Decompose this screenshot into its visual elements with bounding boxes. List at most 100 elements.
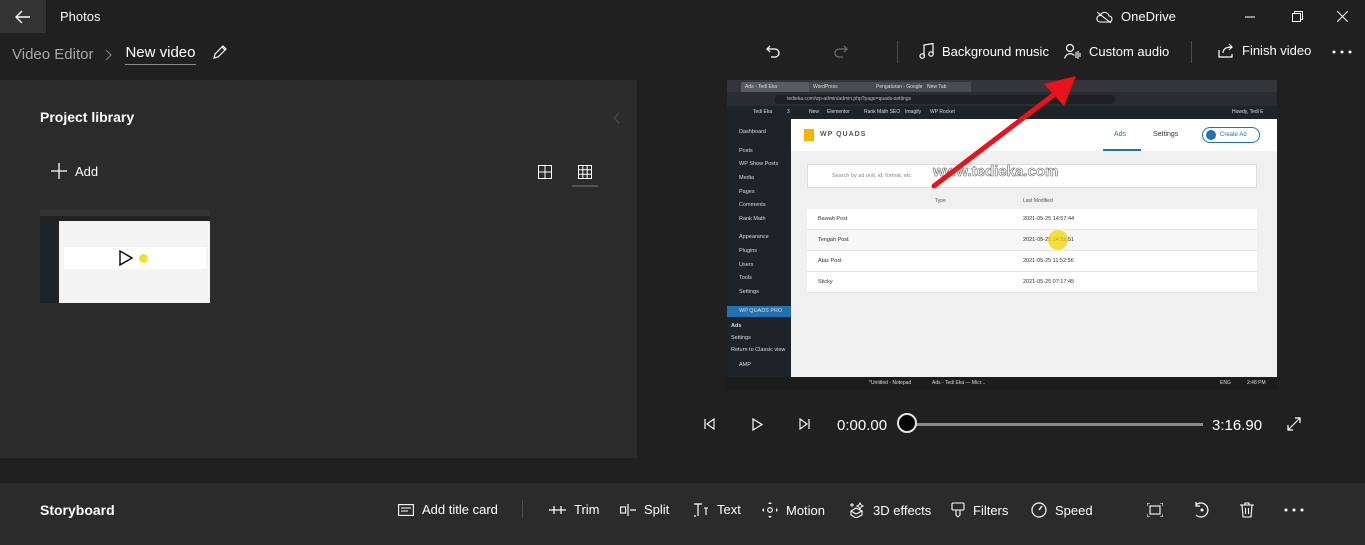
toolbar-divider bbox=[1191, 41, 1192, 63]
grid-large-icon bbox=[538, 165, 552, 179]
text-label: Text bbox=[717, 502, 741, 517]
split-button[interactable]: Split bbox=[620, 502, 669, 517]
close-icon bbox=[1336, 11, 1348, 22]
filters-button[interactable]: Filters bbox=[951, 502, 1008, 518]
filters-label: Filters bbox=[973, 502, 1009, 518]
pencil-icon bbox=[213, 45, 227, 59]
row-date: 2021-05-25 11:52:56 bbox=[1023, 258, 1074, 264]
taskbar-item: *Untitled - Notepad bbox=[869, 380, 912, 386]
add-media-button[interactable]: Add bbox=[51, 163, 98, 179]
create-ad-label: Create Ad bbox=[1220, 132, 1247, 138]
taskbar-lang: ENG bbox=[1220, 380, 1231, 386]
music-note-icon bbox=[919, 43, 934, 59]
row-name: Atas Post bbox=[818, 258, 842, 264]
preview-taskbar: *Untitled - Notepad Ads - Tedi Eka — Mic… bbox=[727, 377, 1277, 390]
ellipsis-icon bbox=[1332, 50, 1352, 54]
preview-browser-tab: Ads - Tedi Eka bbox=[741, 82, 809, 92]
admin-bar-item: 3 bbox=[787, 109, 790, 115]
sidebar-item: Rank Math bbox=[739, 216, 766, 222]
next-frame-button[interactable] bbox=[793, 413, 817, 435]
speed-button[interactable]: Speed bbox=[1031, 502, 1093, 518]
previous-frame-button[interactable] bbox=[697, 413, 721, 435]
add-title-card-label: Add title card bbox=[422, 502, 498, 517]
sidebar-item: Posts bbox=[739, 148, 753, 154]
finish-video-button[interactable]: Finish video bbox=[1218, 43, 1311, 58]
finish-video-label: Finish video bbox=[1242, 43, 1312, 58]
large-grid-view-button[interactable] bbox=[532, 159, 558, 185]
rename-button[interactable] bbox=[205, 38, 235, 66]
admin-bar-item: New bbox=[809, 109, 820, 115]
play-icon bbox=[119, 250, 133, 266]
admin-bar-item: Rank Math SEO bbox=[864, 109, 901, 115]
sidebar-item: Dashboard bbox=[739, 129, 766, 135]
expand-icon bbox=[1287, 417, 1301, 431]
admin-bar-item: Elementor bbox=[827, 109, 850, 115]
onedrive-status[interactable]: OneDrive bbox=[1096, 9, 1176, 24]
toolbar-divider bbox=[897, 41, 898, 63]
3d-effects-button[interactable]: 3D effects bbox=[849, 502, 931, 518]
redo-icon bbox=[834, 45, 848, 58]
preview-table-row: Bawah Post 2021-05-25 14:57:44 bbox=[807, 209, 1257, 230]
preview-table-row: Tengah Post 2021-05-25 14:55:51 bbox=[807, 230, 1257, 251]
current-time: 0:00.00 bbox=[837, 417, 888, 434]
library-video-thumbnail[interactable] bbox=[40, 210, 210, 303]
project-library-title: Project library bbox=[40, 109, 135, 125]
custom-audio-button[interactable]: Custom audio bbox=[1064, 43, 1169, 59]
plugin-name: WP QUADS bbox=[820, 131, 867, 138]
plugin-tab-ads: Ads bbox=[1114, 131, 1127, 138]
cursor-highlight bbox=[1048, 230, 1068, 250]
text-button[interactable]: Text bbox=[693, 502, 741, 517]
preview-table-row: Atas Post 2021-05-25 11:52:56 bbox=[807, 251, 1257, 272]
preview-table-row: Sticky 2021-05-25 07:17:45 bbox=[807, 272, 1257, 293]
minimize-button[interactable] bbox=[1230, 0, 1270, 33]
split-icon bbox=[620, 503, 636, 516]
storyboard-more-button[interactable] bbox=[1280, 498, 1308, 522]
motion-button[interactable]: Motion bbox=[762, 502, 825, 518]
undo-button[interactable] bbox=[760, 38, 786, 66]
3d-effects-icon bbox=[849, 502, 865, 518]
filters-icon bbox=[951, 502, 965, 518]
more-options-button[interactable] bbox=[1328, 38, 1356, 66]
step-forward-icon bbox=[799, 418, 810, 430]
plugin-create-ad: Create Ad bbox=[1202, 127, 1260, 143]
sidebar-item-active: WP QUADS PRO bbox=[727, 306, 791, 317]
fullscreen-button[interactable] bbox=[1282, 412, 1306, 436]
redo-button[interactable] bbox=[828, 38, 854, 66]
add-title-card-button[interactable]: Add title card bbox=[398, 502, 498, 517]
onedrive-label: OneDrive bbox=[1121, 9, 1176, 24]
play-button[interactable] bbox=[745, 413, 769, 435]
storyboard-divider bbox=[522, 500, 523, 518]
cloud-off-icon bbox=[1096, 11, 1113, 23]
speed-icon bbox=[1031, 502, 1047, 518]
small-grid-view-button[interactable] bbox=[572, 159, 598, 187]
trim-button[interactable]: Trim bbox=[549, 502, 600, 517]
plugin-tab-settings: Settings bbox=[1153, 131, 1179, 138]
background-music-label: Background music bbox=[942, 43, 1049, 59]
restore-button[interactable] bbox=[1277, 0, 1317, 33]
admin-bar-item: Imagify bbox=[905, 109, 922, 115]
row-date: 2021-05-25 14:57:44 bbox=[1023, 216, 1075, 222]
seek-track[interactable] bbox=[908, 423, 1203, 426]
app-title: Photos bbox=[60, 9, 101, 24]
back-button[interactable] bbox=[0, 0, 46, 33]
sidebar-item: WP Show Posts bbox=[739, 161, 779, 167]
preview-admin-sidebar: Dashboard Posts WP Show Posts Media Page… bbox=[727, 119, 791, 377]
split-label: Split bbox=[644, 502, 670, 517]
sidebar-item: Media bbox=[739, 175, 754, 181]
minimize-icon bbox=[1245, 16, 1255, 17]
delete-button[interactable] bbox=[1235, 498, 1259, 522]
resize-button[interactable] bbox=[1143, 498, 1167, 522]
resize-icon bbox=[1147, 503, 1163, 517]
trim-icon bbox=[549, 505, 566, 514]
sidebar-sub-item: Return to Classic view bbox=[731, 347, 786, 353]
grid-small-icon bbox=[578, 165, 592, 179]
preview-search-placeholder: Search by ad unit, id, format, etc bbox=[832, 173, 912, 179]
rotate-button[interactable] bbox=[1189, 498, 1213, 522]
background-music-button[interactable]: Background music bbox=[919, 43, 1049, 59]
close-button[interactable] bbox=[1322, 0, 1362, 33]
sidebar-item: Tools bbox=[739, 275, 752, 281]
collapse-library-button[interactable] bbox=[606, 108, 626, 128]
undo-icon bbox=[766, 45, 780, 58]
seek-handle[interactable] bbox=[897, 413, 917, 433]
breadcrumb-video-editor[interactable]: Video Editor bbox=[12, 46, 93, 63]
